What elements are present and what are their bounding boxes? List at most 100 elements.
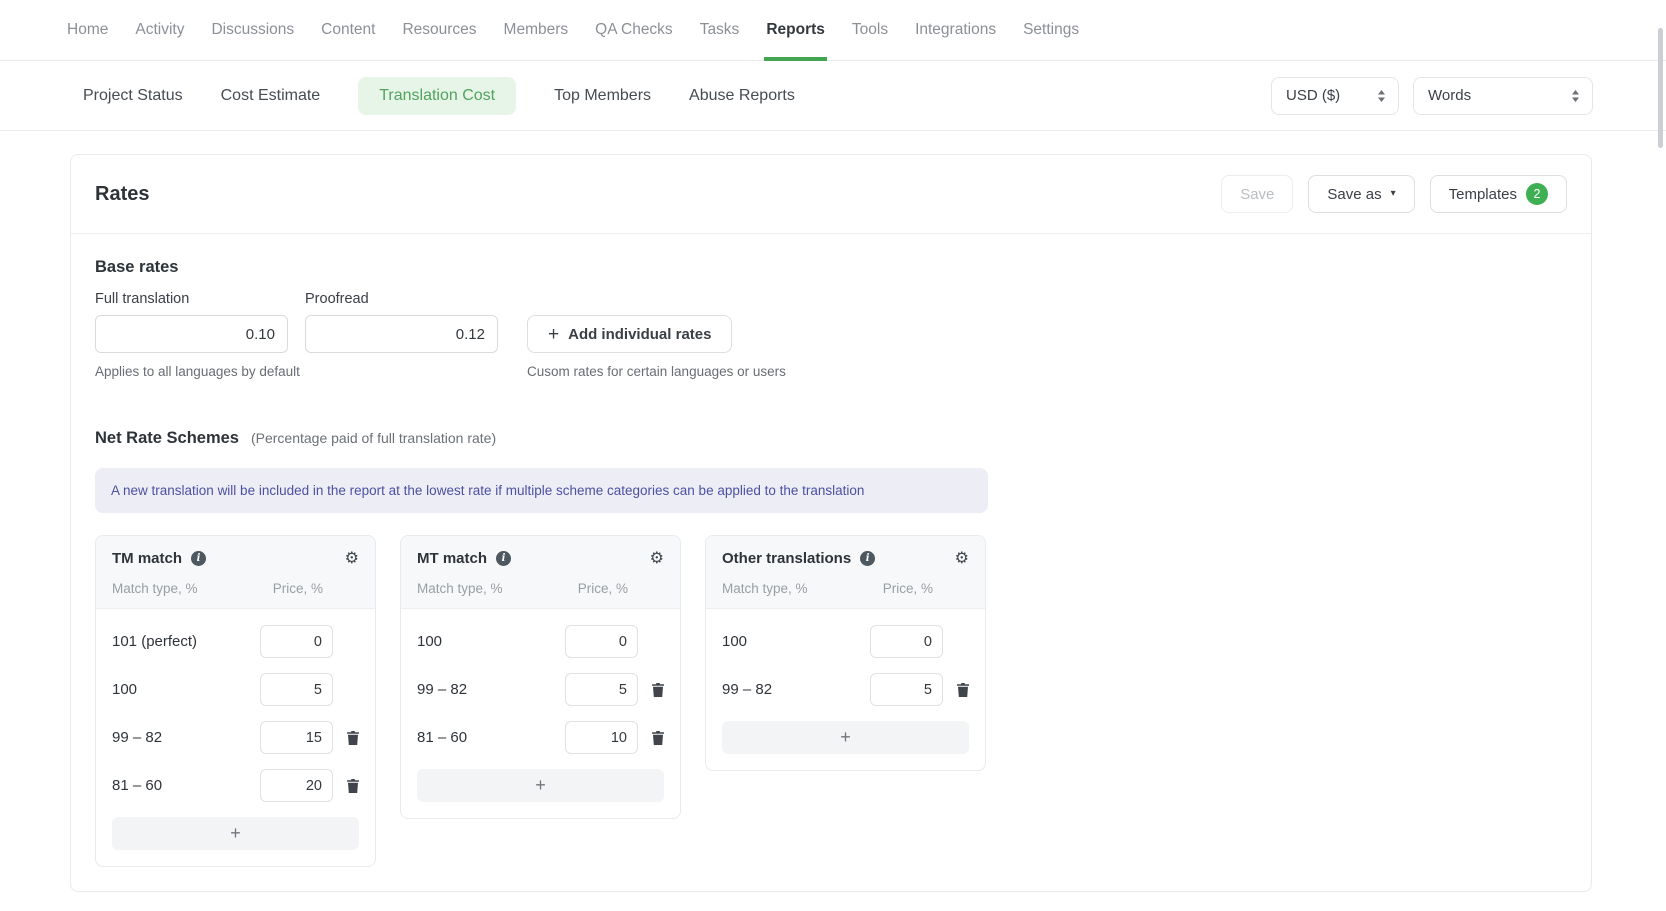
save-as-button-label: Save as — [1327, 186, 1381, 203]
info-icon[interactable]: i — [860, 551, 875, 566]
nav-item-label: Discussions — [211, 21, 294, 39]
add-individual-rates-button[interactable]: + Add individual rates — [527, 315, 732, 353]
info-icon[interactable]: i — [191, 551, 206, 566]
panel-header: Other translations i ⚙ Match type, % Pri… — [706, 536, 985, 609]
rate-row: 81 – 60 — [417, 721, 664, 754]
nav-item-activity[interactable]: Activity — [135, 0, 184, 60]
nav-item-resources[interactable]: Resources — [402, 0, 476, 60]
rates-card-header: Rates Save Save as ▾ Templates 2 — [71, 155, 1591, 234]
panel-header: TM match i ⚙ Match type, % Price, % — [96, 536, 375, 609]
tab-top-members[interactable]: Top Members — [554, 77, 651, 115]
proofread-input[interactable] — [305, 315, 498, 353]
price-input[interactable] — [260, 625, 333, 658]
gear-icon[interactable]: ⚙ — [650, 551, 664, 567]
panel-title: MT match — [417, 550, 487, 567]
info-icon[interactable]: i — [496, 551, 511, 566]
net-rate-schemes-heading: Net Rate Schemes — [95, 429, 239, 448]
currency-select[interactable]: USD ($) — [1271, 77, 1399, 115]
plus-icon: + — [548, 325, 559, 344]
match-type-label: 81 – 60 — [112, 777, 260, 794]
price-input[interactable] — [565, 721, 638, 754]
add-rate-row-button[interactable]: + — [112, 817, 359, 850]
match-type-label: 100 — [722, 633, 870, 650]
templates-button-label: Templates — [1449, 186, 1517, 203]
trash-icon[interactable] — [652, 683, 664, 697]
currency-select-value: USD ($) — [1286, 87, 1340, 104]
tab-cost-estimate[interactable]: Cost Estimate — [221, 77, 321, 115]
save-button-label: Save — [1240, 186, 1274, 203]
nav-item-members[interactable]: Members — [504, 0, 569, 60]
caret-down-icon: ▾ — [1391, 189, 1396, 199]
nav-item-home[interactable]: Home — [67, 0, 108, 60]
add-rate-row-button[interactable]: + — [722, 721, 969, 754]
individual-rates-note: Cusom rates for certain languages or use… — [527, 364, 786, 379]
nav-item-discussions[interactable]: Discussions — [211, 0, 294, 60]
full-translation-input[interactable] — [95, 315, 288, 353]
add-individual-rates-label: Add individual rates — [568, 326, 711, 343]
report-tabs: Project Status Cost Estimate Translation C… — [83, 77, 795, 115]
rates-card: Rates Save Save as ▾ Templates 2 Base ra… — [70, 154, 1592, 892]
save-as-button[interactable]: Save as ▾ — [1308, 175, 1414, 213]
tab-abuse-reports[interactable]: Abuse Reports — [689, 77, 795, 115]
nav-item-content[interactable]: Content — [321, 0, 375, 60]
vertical-scrollbar[interactable] — [1658, 28, 1663, 148]
templates-button[interactable]: Templates 2 — [1430, 175, 1567, 213]
match-type-label: 100 — [112, 681, 260, 698]
add-rate-row-button[interactable]: + — [417, 769, 664, 802]
trash-icon[interactable] — [347, 779, 359, 793]
price-column-header: Price, % — [883, 581, 969, 596]
unit-select[interactable]: Words — [1413, 77, 1593, 115]
match-type-label: 81 – 60 — [417, 729, 565, 746]
price-input[interactable] — [870, 625, 943, 658]
match-type-column-header: Match type, % — [722, 581, 883, 596]
price-input[interactable] — [260, 721, 333, 754]
base-rates-note: Applies to all languages by default — [95, 364, 527, 379]
panel-other-translations: Other translations i ⚙ Match type, % Pri… — [705, 535, 986, 771]
base-rates-heading: Base rates — [95, 258, 1567, 277]
nav-item-integrations[interactable]: Integrations — [915, 0, 996, 60]
unit-select-value: Words — [1428, 87, 1471, 104]
rate-row: 100 — [112, 673, 359, 706]
nav-item-label: Settings — [1023, 21, 1079, 39]
rate-scheme-panels: TM match i ⚙ Match type, % Price, % 101 … — [95, 535, 1567, 867]
match-type-label: 99 – 82 — [722, 681, 870, 698]
updown-chevron-icon — [1377, 90, 1386, 102]
save-button[interactable]: Save — [1221, 175, 1293, 213]
nav-item-settings[interactable]: Settings — [1023, 0, 1079, 60]
trash-icon[interactable] — [957, 683, 969, 697]
panel-rows: 101 (perfect) 100 99 – 82 — [96, 609, 375, 802]
price-input[interactable] — [565, 625, 638, 658]
rate-row: 100 — [722, 625, 969, 658]
match-type-label: 99 – 82 — [417, 681, 565, 698]
price-input[interactable] — [260, 769, 333, 802]
tab-project-status[interactable]: Project Status — [83, 77, 183, 115]
trash-icon[interactable] — [347, 731, 359, 745]
gear-icon[interactable]: ⚙ — [955, 551, 969, 567]
match-type-label: 99 – 82 — [112, 729, 260, 746]
match-type-label: 100 — [417, 633, 565, 650]
templates-count-badge: 2 — [1526, 183, 1548, 205]
panel-title: Other translations — [722, 550, 851, 567]
trash-icon[interactable] — [652, 731, 664, 745]
price-input[interactable] — [565, 673, 638, 706]
tab-translation-cost[interactable]: Translation Cost — [358, 77, 516, 115]
match-type-label: 101 (perfect) — [112, 633, 260, 650]
rate-row: 99 – 82 — [722, 673, 969, 706]
nav-item-label: Resources — [402, 21, 476, 39]
nav-item-label: Members — [504, 21, 569, 39]
nav-item-label: Activity — [135, 21, 184, 39]
rate-row: 99 – 82 — [417, 673, 664, 706]
price-input[interactable] — [260, 673, 333, 706]
nav-item-reports[interactable]: Reports — [766, 0, 825, 60]
price-input[interactable] — [870, 673, 943, 706]
panel-rows: 100 99 – 82 81 – 60 — [401, 609, 680, 754]
nav-item-qa-checks[interactable]: QA Checks — [595, 0, 673, 60]
nav-item-tasks[interactable]: Tasks — [700, 0, 740, 60]
match-type-column-header: Match type, % — [112, 581, 273, 596]
panel-rows: 100 99 – 82 — [706, 609, 985, 706]
rate-row: 99 – 82 — [112, 721, 359, 754]
nav-item-tools[interactable]: Tools — [852, 0, 888, 60]
gear-icon[interactable]: ⚙ — [345, 551, 359, 567]
top-nav: Home Activity Discussions Content Resour… — [0, 0, 1666, 61]
panel-mt-match: MT match i ⚙ Match type, % Price, % 100 … — [400, 535, 681, 819]
